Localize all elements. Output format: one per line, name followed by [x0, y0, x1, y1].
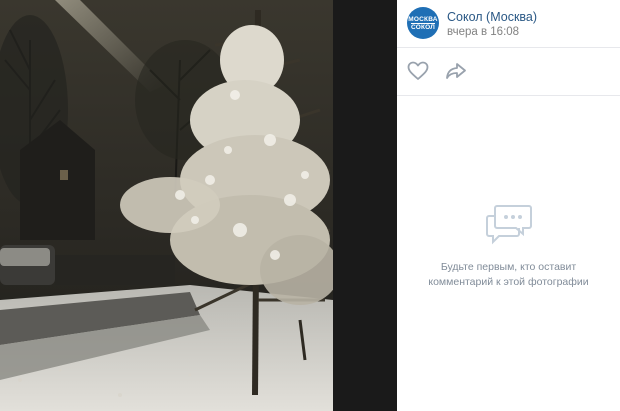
post-header: МОСКВА СОКОЛ Сокол (Москва) вчера в 16:0… [397, 0, 620, 48]
share-arrow-icon [446, 63, 466, 79]
avatar[interactable]: МОСКВА СОКОЛ [407, 7, 439, 39]
share-button[interactable] [445, 61, 467, 81]
photo-image [0, 0, 333, 411]
avatar-logo-text-bottom: СОКОЛ [410, 24, 435, 31]
avatar-logo-text-top: МОСКВА [408, 16, 438, 23]
author-name-link[interactable]: Сокол (Москва) [447, 10, 537, 24]
photo-viewer: МОСКВА СОКОЛ Сокол (Москва) вчера в 16:0… [0, 0, 620, 411]
heart-icon [407, 61, 429, 80]
photo[interactable] [0, 0, 333, 411]
like-button[interactable] [407, 61, 429, 81]
chat-bubbles-icon [485, 205, 532, 245]
photo-actions [397, 47, 620, 96]
photo-side-panel: МОСКВА СОКОЛ Сокол (Москва) вчера в 16:0… [397, 0, 620, 411]
empty-comments: Будьте первым, кто оставит комментарий к… [397, 200, 620, 290]
post-time-link[interactable]: вчера в 16:08 [447, 26, 519, 38]
viewer-backdrop [333, 0, 397, 411]
empty-comments-text: Будьте первым, кто оставит комментарий к… [428, 261, 589, 288]
